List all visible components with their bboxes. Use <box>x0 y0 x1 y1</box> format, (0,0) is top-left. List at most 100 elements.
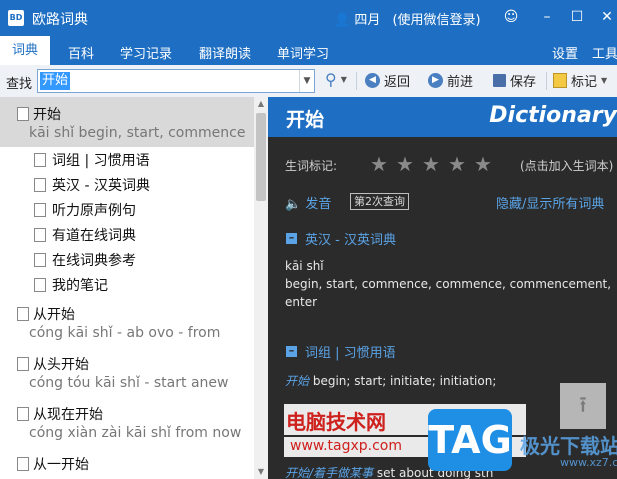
menu-bar: 词典 百科 学习记录 翻译朗读 单词学习 设置 工具 <box>0 36 617 65</box>
app-title: 欧路词典 <box>32 12 88 28</box>
star-icon[interactable]: ★ <box>448 154 466 174</box>
definition-text: enter <box>285 295 318 309</box>
back-arrow-icon: ◀ <box>365 73 380 88</box>
list-sub-item[interactable]: 听力原声例句 <box>0 197 254 221</box>
title-bar: BD 欧路词典 👤 四月 (使用微信登录) ☺ – ☐ ✕ <box>0 0 617 36</box>
toggle-all-dicts-link[interactable]: 隐藏/显示所有词典 <box>496 193 604 212</box>
pronounce-button[interactable]: 🔈 发音 <box>285 193 331 212</box>
list-sub-item[interactable]: 我的笔记 <box>0 272 254 296</box>
search-icon: ⚲ <box>325 70 337 89</box>
phrase-word[interactable]: 开始 <box>285 374 309 388</box>
entry-word: 开始 <box>33 107 61 123</box>
list-sub-item[interactable]: 有道在线词典 <box>0 222 254 246</box>
sub-item-label: 在线词典参考 <box>52 253 136 269</box>
headword: 开始 <box>286 109 325 131</box>
tools-menu[interactable]: 工具 <box>592 43 617 62</box>
search-label: 查找 <box>6 77 33 92</box>
watermark-text: www.tagxp.com <box>290 438 402 454</box>
save-label: 保存 <box>510 75 537 90</box>
user-login[interactable]: 👤 四月 (使用微信登录) <box>334 9 481 28</box>
star-icon[interactable]: ★ <box>422 154 440 174</box>
app-logo-icon: BD <box>8 10 24 26</box>
mark-icon <box>553 73 567 88</box>
document-icon <box>34 278 46 292</box>
toolbar-divider <box>546 72 547 90</box>
sub-item-label: 英汉 - 汉英词典 <box>52 178 150 194</box>
collapse-icon: – <box>286 232 297 244</box>
wechat-login-link[interactable]: (使用微信登录) <box>392 13 480 28</box>
result-list: 开始 kāi shǐ begin, start, commence 词组 | 习… <box>0 97 268 479</box>
star-icon[interactable]: ★ <box>370 154 388 174</box>
chevron-down-icon: ▼ <box>601 76 608 85</box>
star-icon[interactable]: ★ <box>396 154 414 174</box>
close-button[interactable]: ✕ <box>596 6 617 28</box>
list-item[interactable]: 从一开始 <box>0 447 254 479</box>
scroll-to-top-button[interactable]: ⭱ <box>560 383 606 429</box>
entry-word: 从现在开始 <box>33 407 103 423</box>
phrase-word[interactable]: 开始/着手做某事 <box>285 466 373 479</box>
list-scrollbar[interactable]: ▲ ▼ <box>254 97 268 479</box>
minimize-button[interactable]: – <box>536 6 558 28</box>
tab-study-records[interactable]: 学习记录 <box>120 43 172 62</box>
back-label: 返回 <box>384 75 411 90</box>
document-icon <box>17 457 29 471</box>
section-header-phrases[interactable]: – 词组 | 习惯用语 <box>286 342 396 361</box>
entry-pinyin: cóng kāi shǐ - ab ovo - from <box>29 325 221 341</box>
list-item[interactable]: 从开始 cóng kāi shǐ - ab ovo - from <box>0 297 254 347</box>
search-input[interactable]: 开始 ▼ <box>37 69 315 93</box>
save-button[interactable]: 保存 <box>493 71 536 90</box>
maximize-button[interactable]: ☐ <box>566 6 588 28</box>
section-title: 英汉 - 汉英词典 <box>305 233 396 248</box>
search-dropdown-icon[interactable]: ▼ <box>299 70 314 92</box>
tab-translate-read[interactable]: 翻译朗读 <box>199 43 251 62</box>
section-header-dict[interactable]: – 英汉 - 汉英词典 <box>286 229 396 248</box>
scroll-down-icon[interactable]: ▼ <box>254 465 268 479</box>
pinyin-text: kāi shǐ <box>285 259 324 273</box>
section-title: 词组 | 习惯用语 <box>305 346 396 361</box>
tab-encyclopedia[interactable]: 百科 <box>68 43 94 62</box>
save-icon <box>493 74 506 87</box>
list-sub-item[interactable]: 在线词典参考 <box>0 247 254 271</box>
search-input-value: 开始 <box>40 72 71 90</box>
document-icon <box>34 253 46 267</box>
user-icon: 👤 <box>334 13 351 28</box>
entry-word: 从一开始 <box>33 457 89 473</box>
scroll-thumb[interactable] <box>256 113 266 201</box>
document-icon <box>17 357 29 371</box>
sub-item-label: 听力原声例句 <box>52 203 136 219</box>
star-icon[interactable]: ★ <box>474 154 492 174</box>
list-sub-item[interactable]: 英汉 - 汉英词典 <box>0 172 254 196</box>
search-button[interactable]: ⚲ ▼ <box>325 70 347 89</box>
vocab-mark-label: 生词标记: <box>285 159 338 173</box>
tab-word-learning[interactable]: 单词学习 <box>277 43 329 62</box>
collapse-icon: – <box>286 345 297 357</box>
phrase-row: 开始 begin; start; initiate; initiation; <box>285 372 496 389</box>
emoji-icon[interactable]: ☺ <box>500 6 522 28</box>
chevron-down-icon: ▼ <box>340 75 347 84</box>
query-count-badge: 第2次查询 <box>350 193 409 210</box>
entry-word: 从头开始 <box>33 357 89 373</box>
watermark-download-url: www.xz7.com <box>560 456 617 469</box>
dictionary-brand: Dictionary <box>489 103 617 128</box>
list-item-selected[interactable]: 开始 kāi shǐ begin, start, commence <box>0 97 254 147</box>
document-icon <box>17 407 29 421</box>
scroll-up-icon[interactable]: ▲ <box>254 97 268 111</box>
list-item[interactable]: 从现在开始 cóng xiàn zài kāi shǐ from now <box>0 397 254 447</box>
list-item[interactable]: 从头开始 cóng tóu kāi shǐ - start anew <box>0 347 254 397</box>
mark-button[interactable]: 标记 ▼ <box>553 71 607 90</box>
back-button[interactable]: ◀ 返回 <box>365 71 410 90</box>
watermark-download-site: 极光下载站 <box>520 434 617 458</box>
phrase-definition: begin; start; initiate; initiation; <box>309 374 497 388</box>
definition-text: begin, start, commence, commence, commen… <box>285 277 612 291</box>
settings-menu[interactable]: 设置 <box>552 43 578 62</box>
user-name: 四月 <box>354 13 381 28</box>
watermark-text: 电脑技术网 <box>286 410 386 434</box>
add-to-wordbook-hint[interactable]: (点击加入生词本) <box>520 157 613 174</box>
list-sub-item[interactable]: 词组 | 习惯用语 <box>0 147 254 171</box>
tab-dictionary[interactable]: 词典 <box>0 36 51 65</box>
forward-button[interactable]: ▶ 前进 <box>428 71 473 90</box>
speaker-icon: 🔈 <box>285 197 302 212</box>
forward-label: 前进 <box>447 75 474 90</box>
toolbar: 查找 开始 ▼ ⚲ ▼ ◀ 返回 ▶ 前进 保存 标记 ▼ <box>0 65 617 98</box>
definition-header: 开始 Dictionary <box>268 97 617 137</box>
